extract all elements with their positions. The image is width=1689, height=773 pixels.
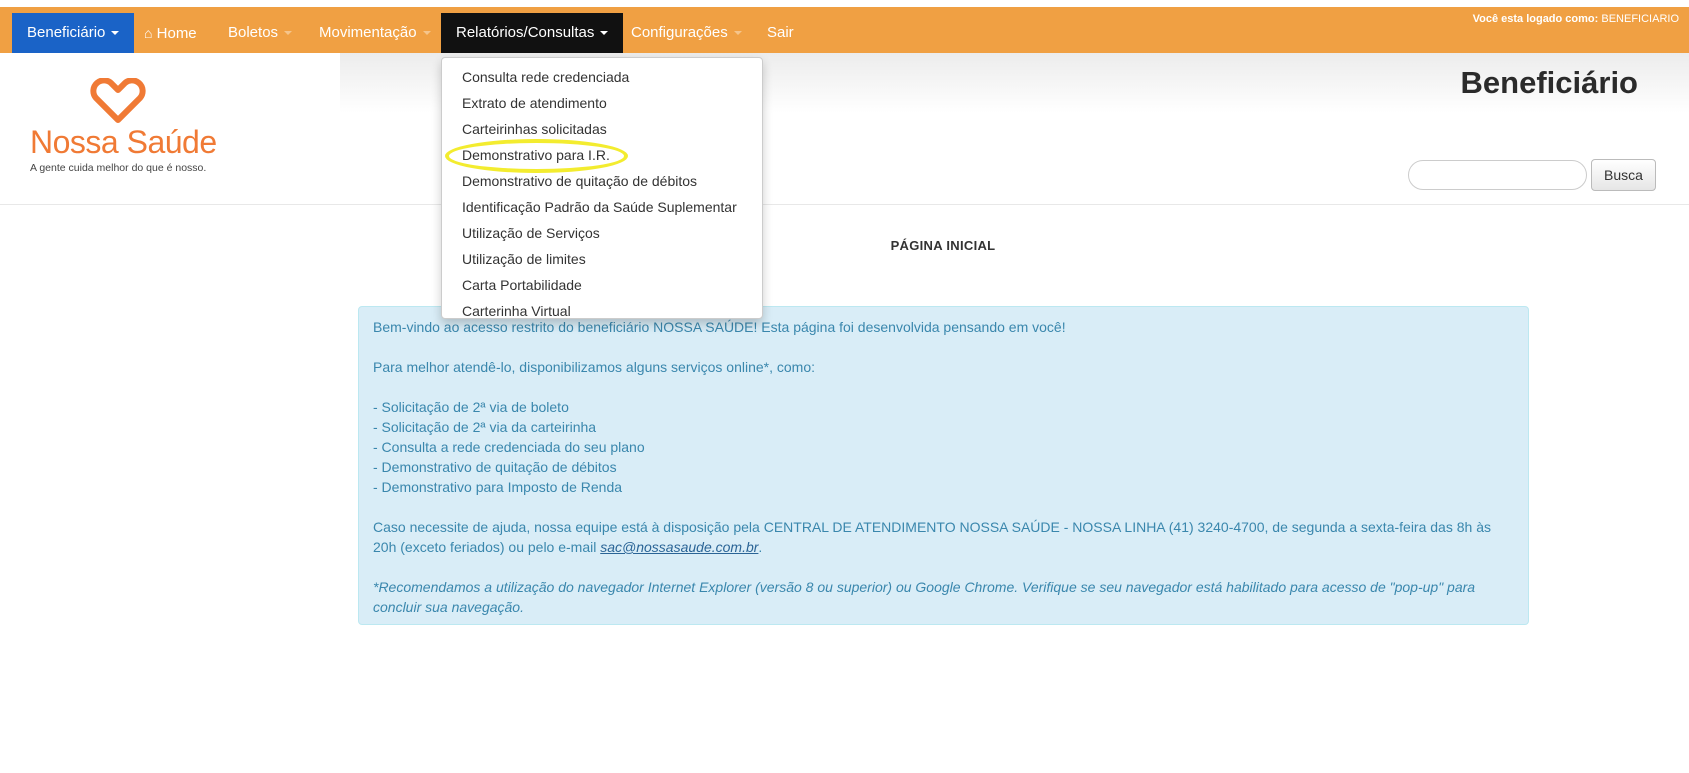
nav-home-label: Home	[156, 25, 197, 42]
menu-item-extrato-atendimento[interactable]: Extrato de atendimento	[442, 90, 762, 116]
menu-item-demonstrativo-quitacao[interactable]: Demonstrativo de quitação de débitos	[442, 168, 762, 194]
intro-text: Para melhor atendê-lo, disponibilizamos …	[373, 359, 816, 375]
heart-logo-icon	[90, 78, 146, 123]
caret-down-icon	[284, 31, 293, 36]
help-end: .	[758, 539, 763, 555]
nav-boletos-dropdown[interactable]: Boletos	[213, 13, 307, 53]
logged-username: BENEFICIARIO	[1601, 13, 1679, 25]
nav-boletos-label: Boletos	[228, 24, 279, 41]
logo-wordmark: Nossa Saúde	[30, 124, 217, 160]
nav-configuracoes-dropdown[interactable]: Configurações	[616, 13, 757, 53]
nav-relatorios-label: Relatórios/Consultas	[456, 24, 595, 41]
nav-sair[interactable]: Sair	[752, 13, 809, 53]
welcome-info-box: Bem-vindo ao acesso restrito do benefici…	[358, 306, 1529, 625]
logo-tagline: A gente cuida melhor do que é nosso.	[30, 162, 207, 174]
search-input[interactable]	[1408, 160, 1587, 190]
menu-item-utilizacao-servicos[interactable]: Utilização de Serviços	[442, 220, 762, 246]
service-item: - Consulta a rede credenciada do seu pla…	[373, 439, 645, 455]
caret-down-icon	[111, 31, 120, 36]
service-item: - Solicitação de 2ª via de boleto	[373, 399, 569, 415]
nav-movimentacao-dropdown[interactable]: Movimentação	[304, 13, 446, 53]
nav-beneficiario-dropdown[interactable]: Beneficiário	[12, 13, 135, 53]
logged-prefix: Você esta logado como:	[1472, 13, 1599, 25]
caret-down-icon	[600, 31, 609, 36]
caret-down-icon	[733, 31, 742, 36]
relatorios-dropdown-menu: Consulta rede credenciada Extrato de ate…	[441, 57, 763, 319]
nav-relatorios-dropdown[interactable]: Relatórios/Consultas	[441, 13, 624, 53]
nav-beneficiario-label: Beneficiário	[27, 24, 106, 41]
menu-item-carta-portabilidade[interactable]: Carta Portabilidade	[442, 272, 762, 298]
service-item: - Demonstrativo de quitação de débitos	[373, 459, 617, 475]
nav-movimentacao-label: Movimentação	[319, 24, 417, 41]
email-link[interactable]: sac@nossasaude.com.br	[600, 539, 758, 555]
service-item: - Demonstrativo para Imposto de Renda	[373, 479, 623, 495]
page-title: Beneficiário	[1460, 65, 1638, 100]
help-text: Caso necessite de ajuda, nossa equipe es…	[373, 519, 1491, 555]
menu-item-utilizacao-limites[interactable]: Utilização de limites	[442, 246, 762, 272]
top-navbar: Beneficiário ⌂ Home Boletos Movimentação…	[0, 7, 1689, 53]
menu-item-consulta-rede[interactable]: Consulta rede credenciada	[442, 64, 762, 90]
nav-configuracoes-label: Configurações	[631, 24, 728, 41]
service-item: - Solicitação de 2ª via da carteirinha	[373, 419, 597, 435]
menu-item-carteirinhas-solicitadas[interactable]: Carteirinhas solicitadas	[442, 116, 762, 142]
nav-sair-label: Sair	[767, 24, 794, 41]
caret-down-icon	[422, 31, 431, 36]
section-title: PÁGINA INICIAL	[890, 238, 996, 253]
logged-user-text: Você esta logado como: BENEFICIARIO	[1473, 13, 1679, 25]
nav-home[interactable]: ⌂ Home	[129, 13, 212, 53]
home-icon: ⌂	[144, 25, 153, 41]
menu-item-demonstrativo-ir[interactable]: Demonstrativo para I.R.	[442, 142, 762, 168]
browser-note: *Recomendamos a utilização do navegador …	[373, 579, 1476, 615]
menu-item-identificacao-padrao[interactable]: Identificação Padrão da Saúde Suplementa…	[442, 194, 762, 220]
menu-item-carterinha-virtual[interactable]: Carterinha Virtual	[442, 298, 762, 324]
nossa-saude-logo[interactable]: Nossa Saúde A gente cuida melhor do que …	[28, 78, 218, 178]
search-button[interactable]: Busca	[1591, 159, 1656, 191]
help-text-paragraph: Caso necessite de ajuda, nossa equipe es…	[373, 517, 1514, 557]
header-divider	[0, 204, 1689, 205]
